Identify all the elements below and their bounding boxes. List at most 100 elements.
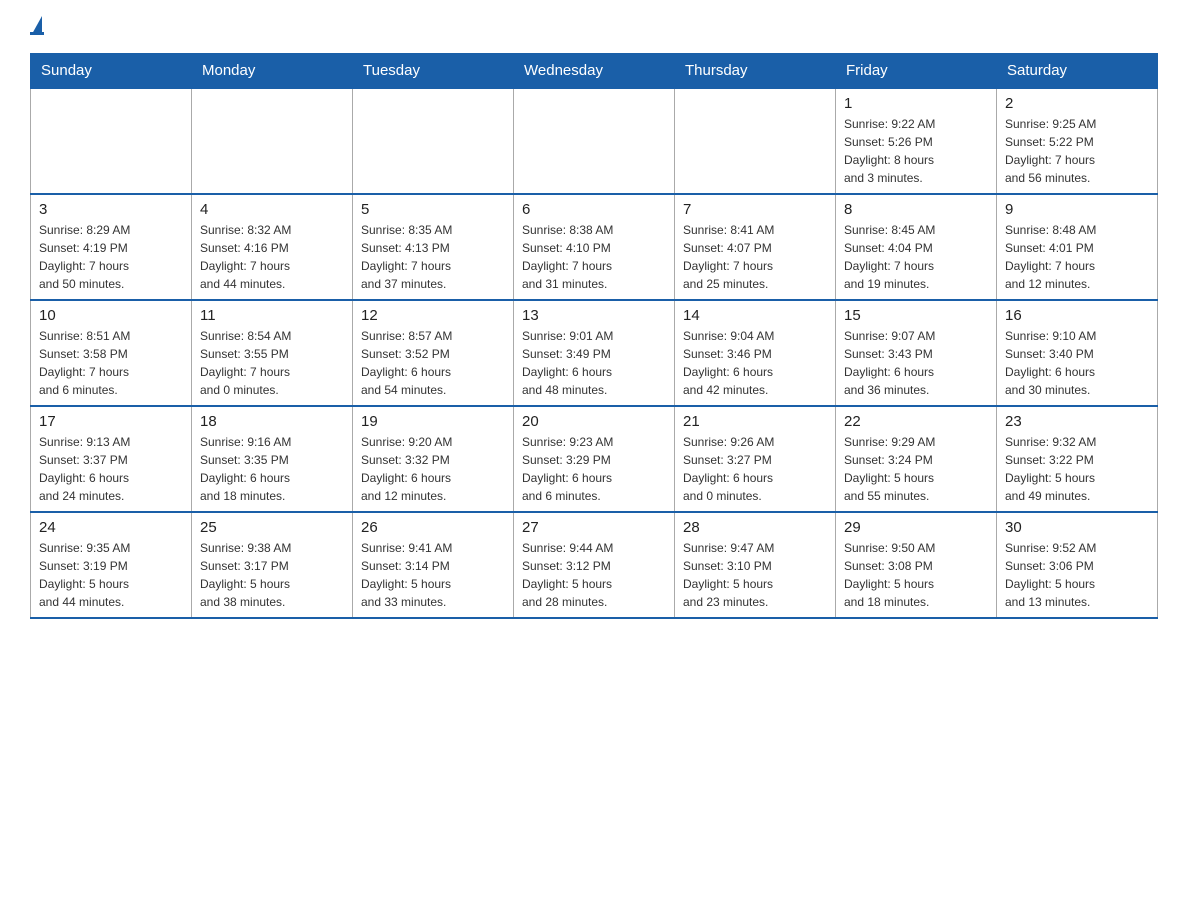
day-number: 24 — [39, 519, 183, 536]
day-number: 15 — [844, 307, 988, 324]
day-info: Sunrise: 8:51 AM Sunset: 3:58 PM Dayligh… — [39, 327, 183, 399]
calendar-cell: 14Sunrise: 9:04 AM Sunset: 3:46 PM Dayli… — [675, 300, 836, 406]
weekday-header-row: SundayMondayTuesdayWednesdayThursdayFrid… — [31, 54, 1158, 89]
day-number: 1 — [844, 95, 988, 112]
day-info: Sunrise: 9:25 AM Sunset: 5:22 PM Dayligh… — [1005, 115, 1149, 187]
calendar-cell: 4 Sunrise: 8:32 AM Sunset: 4:16 PM Daylig… — [192, 194, 353, 300]
day-info: Sunrise: 9:07 AM Sunset: 3:43 PM Dayligh… — [844, 327, 988, 399]
day-info: Sunrise: 9:47 AM Sunset: 3:10 PM Dayligh… — [683, 539, 827, 611]
day-number: 27 — [522, 519, 666, 536]
day-number: 19 — [361, 413, 505, 430]
day-number: 18 — [200, 413, 344, 430]
calendar-cell: 5 Sunrise: 8:35 AM Sunset: 4:13 PM Daylig… — [353, 194, 514, 300]
calendar-cell: 7 Sunrise: 8:41 AM Sunset: 4:07 PM Daylig… — [675, 194, 836, 300]
day-info: Sunrise: 9:41 AM Sunset: 3:14 PM Dayligh… — [361, 539, 505, 611]
calendar-week-3: 10 Sunrise: 8:51 AM Sunset: 3:58 PM Dayli… — [31, 300, 1158, 406]
day-info: Sunrise: 9:44 AM Sunset: 3:12 PM Dayligh… — [522, 539, 666, 611]
day-info: Sunrise: 9:01 AM Sunset: 3:49 PM Dayligh… — [522, 327, 666, 399]
weekday-header-friday: Friday — [836, 54, 997, 89]
calendar-cell — [353, 88, 514, 194]
day-number: 10 — [39, 307, 183, 324]
day-info: Sunrise: 8:29 AM Sunset: 4:19 PM Dayligh… — [39, 221, 183, 293]
day-info: Sunrise: 8:35 AM Sunset: 4:13 PM Dayligh… — [361, 221, 505, 293]
day-number: 12 — [361, 307, 505, 324]
weekday-header-tuesday: Tuesday — [353, 54, 514, 89]
calendar-cell: 3 Sunrise: 8:29 AM Sunset: 4:19 PM Daylig… — [31, 194, 192, 300]
calendar-cell: 6 Sunrise: 8:38 AM Sunset: 4:10 PM Daylig… — [514, 194, 675, 300]
weekday-header-thursday: Thursday — [675, 54, 836, 89]
calendar-cell: 20Sunrise: 9:23 AM Sunset: 3:29 PM Dayli… — [514, 406, 675, 512]
calendar-cell: 12 Sunrise: 8:57 AM Sunset: 3:52 PM Dayli… — [353, 300, 514, 406]
day-info: Sunrise: 8:48 AM Sunset: 4:01 PM Dayligh… — [1005, 221, 1149, 293]
day-number: 22 — [844, 413, 988, 430]
calendar-cell: 19 Sunrise: 9:20 AM Sunset: 3:32 PM Dayli… — [353, 406, 514, 512]
day-number: 7 — [683, 201, 827, 218]
day-info: Sunrise: 8:41 AM Sunset: 4:07 PM Dayligh… — [683, 221, 827, 293]
day-info: Sunrise: 8:57 AM Sunset: 3:52 PM Dayligh… — [361, 327, 505, 399]
header — [30, 20, 1158, 35]
calendar-cell: 24 Sunrise: 9:35 AM Sunset: 3:19 PM Dayli… — [31, 512, 192, 618]
day-number: 26 — [361, 519, 505, 536]
calendar-cell: 23 Sunrise: 9:32 AM Sunset: 3:22 PM Dayli… — [997, 406, 1158, 512]
calendar-cell: 10 Sunrise: 8:51 AM Sunset: 3:58 PM Dayli… — [31, 300, 192, 406]
day-info: Sunrise: 9:20 AM Sunset: 3:32 PM Dayligh… — [361, 433, 505, 505]
day-number: 9 — [1005, 201, 1149, 218]
logo — [30, 20, 44, 35]
day-number: 5 — [361, 201, 505, 218]
calendar-cell: 28 Sunrise: 9:47 AM Sunset: 3:10 PM Dayli… — [675, 512, 836, 618]
day-number: 3 — [39, 201, 183, 218]
day-number: 8 — [844, 201, 988, 218]
day-number: 28 — [683, 519, 827, 536]
day-number: 25 — [200, 519, 344, 536]
weekday-header-saturday: Saturday — [997, 54, 1158, 89]
day-info: Sunrise: 8:54 AM Sunset: 3:55 PM Dayligh… — [200, 327, 344, 399]
calendar-cell — [192, 88, 353, 194]
day-info: Sunrise: 9:10 AM Sunset: 3:40 PM Dayligh… — [1005, 327, 1149, 399]
calendar-cell: 21 Sunrise: 9:26 AM Sunset: 3:27 PM Dayli… — [675, 406, 836, 512]
day-info: Sunrise: 9:13 AM Sunset: 3:37 PM Dayligh… — [39, 433, 183, 505]
calendar-cell: 30Sunrise: 9:52 AM Sunset: 3:06 PM Dayli… — [997, 512, 1158, 618]
day-info: Sunrise: 9:50 AM Sunset: 3:08 PM Dayligh… — [844, 539, 988, 611]
calendar-cell: 15 Sunrise: 9:07 AM Sunset: 3:43 PM Dayli… — [836, 300, 997, 406]
day-number: 6 — [522, 201, 666, 218]
day-number: 13 — [522, 307, 666, 324]
day-number: 16 — [1005, 307, 1149, 324]
calendar-week-1: 1 Sunrise: 9:22 AM Sunset: 5:26 PM Daylig… — [31, 88, 1158, 194]
day-info: Sunrise: 8:45 AM Sunset: 4:04 PM Dayligh… — [844, 221, 988, 293]
calendar-cell: 8 Sunrise: 8:45 AM Sunset: 4:04 PM Daylig… — [836, 194, 997, 300]
day-number: 29 — [844, 519, 988, 536]
calendar-cell: 25 Sunrise: 9:38 AM Sunset: 3:17 PM Dayli… — [192, 512, 353, 618]
day-info: Sunrise: 9:35 AM Sunset: 3:19 PM Dayligh… — [39, 539, 183, 611]
calendar-cell: 17 Sunrise: 9:13 AM Sunset: 3:37 PM Dayli… — [31, 406, 192, 512]
calendar-cell: 18 Sunrise: 9:16 AM Sunset: 3:35 PM Dayli… — [192, 406, 353, 512]
calendar-cell — [675, 88, 836, 194]
day-info: Sunrise: 9:32 AM Sunset: 3:22 PM Dayligh… — [1005, 433, 1149, 505]
day-number: 21 — [683, 413, 827, 430]
day-number: 20 — [522, 413, 666, 430]
day-info: Sunrise: 9:16 AM Sunset: 3:35 PM Dayligh… — [200, 433, 344, 505]
calendar-cell: 29 Sunrise: 9:50 AM Sunset: 3:08 PM Dayli… — [836, 512, 997, 618]
day-info: Sunrise: 8:32 AM Sunset: 4:16 PM Dayligh… — [200, 221, 344, 293]
calendar-cell: 22 Sunrise: 9:29 AM Sunset: 3:24 PM Dayli… — [836, 406, 997, 512]
day-info: Sunrise: 9:38 AM Sunset: 3:17 PM Dayligh… — [200, 539, 344, 611]
weekday-header-sunday: Sunday — [31, 54, 192, 89]
day-number: 23 — [1005, 413, 1149, 430]
day-number: 4 — [200, 201, 344, 218]
calendar-cell: 9 Sunrise: 8:48 AM Sunset: 4:01 PM Daylig… — [997, 194, 1158, 300]
day-info: Sunrise: 9:52 AM Sunset: 3:06 PM Dayligh… — [1005, 539, 1149, 611]
weekday-header-wednesday: Wednesday — [514, 54, 675, 89]
day-number: 14 — [683, 307, 827, 324]
day-info: Sunrise: 9:22 AM Sunset: 5:26 PM Dayligh… — [844, 115, 988, 187]
weekday-header-monday: Monday — [192, 54, 353, 89]
day-info: Sunrise: 8:38 AM Sunset: 4:10 PM Dayligh… — [522, 221, 666, 293]
day-info: Sunrise: 9:29 AM Sunset: 3:24 PM Dayligh… — [844, 433, 988, 505]
day-number: 11 — [200, 307, 344, 324]
calendar-week-4: 17 Sunrise: 9:13 AM Sunset: 3:37 PM Dayli… — [31, 406, 1158, 512]
calendar: SundayMondayTuesdayWednesdayThursdayFrid… — [30, 53, 1158, 619]
calendar-cell: 1 Sunrise: 9:22 AM Sunset: 5:26 PM Daylig… — [836, 88, 997, 194]
day-number: 2 — [1005, 95, 1149, 112]
day-info: Sunrise: 9:26 AM Sunset: 3:27 PM Dayligh… — [683, 433, 827, 505]
calendar-cell: 2 Sunrise: 9:25 AM Sunset: 5:22 PM Daylig… — [997, 88, 1158, 194]
calendar-week-5: 24 Sunrise: 9:35 AM Sunset: 3:19 PM Dayli… — [31, 512, 1158, 618]
day-number: 17 — [39, 413, 183, 430]
